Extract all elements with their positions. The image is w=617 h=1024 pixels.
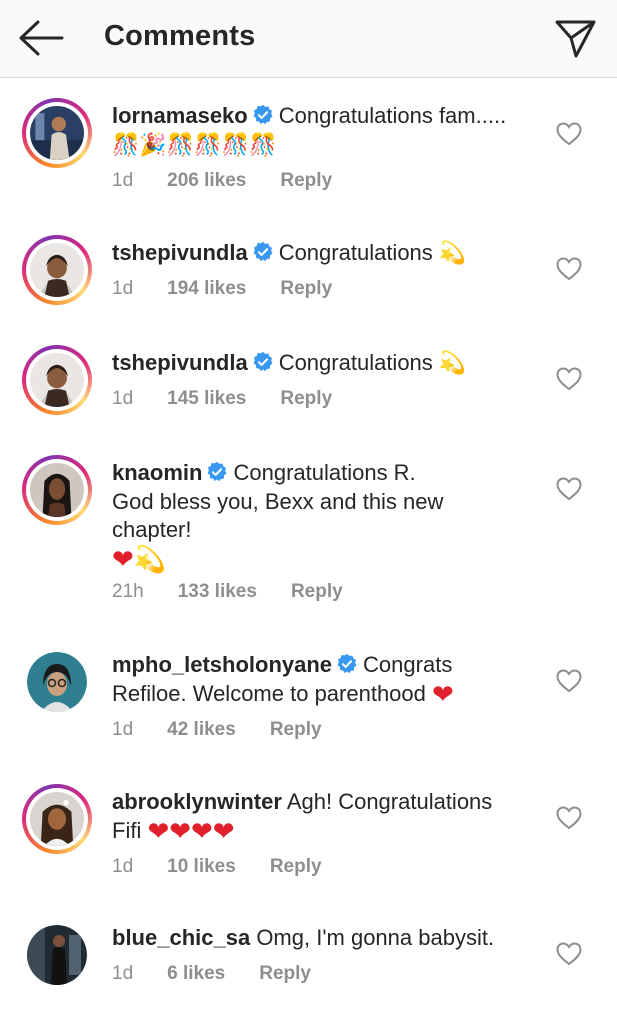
avatar[interactable] — [22, 455, 92, 525]
avatar[interactable] — [22, 98, 92, 168]
comment-text: chapter! — [112, 517, 192, 542]
reply-button[interactable]: Reply — [291, 581, 343, 603]
comment-time: 1d — [112, 170, 134, 191]
comment-text: Refiloe. Welcome to parenthood — [112, 680, 426, 706]
verified-badge-icon — [253, 241, 273, 262]
comment-likes[interactable]: 10 likes — [167, 856, 236, 878]
comment-text: Congratulations 💫 — [278, 350, 467, 375]
comment-meta: 1d 6 likes Reply — [112, 963, 311, 985]
comment-text: Fifi — [112, 817, 142, 843]
verified-badge-icon — [337, 653, 357, 674]
comment-body: blue_chic_sa Omg, I'm gonna babysit. — [112, 924, 532, 953]
comment-likes[interactable]: 42 likes — [167, 719, 236, 741]
comment-meta: 1d 145 likes Reply — [112, 388, 332, 410]
avatar[interactable] — [22, 647, 92, 717]
verified-badge-icon — [208, 461, 227, 482]
comment-emojis: ❤❤❤❤ — [147, 815, 235, 846]
comment-time: 1d — [112, 719, 134, 740]
comment-body: tshepivundla Congratulations 💫 — [112, 349, 532, 378]
comment-body: mpho_letsholonyane Congrats Refiloe. Welc… — [112, 651, 532, 708]
avatar[interactable] — [22, 920, 92, 990]
heart-outline-icon[interactable] — [556, 257, 582, 281]
comment-likes[interactable]: 194 likes — [167, 278, 246, 300]
comment-time: 1d — [112, 856, 134, 877]
share-button[interactable] — [552, 15, 598, 61]
comment-likes[interactable]: 145 likes — [167, 388, 246, 410]
comment-username[interactable]: knaomin — [112, 460, 202, 485]
avatar[interactable] — [22, 345, 92, 415]
paper-plane-icon — [555, 20, 596, 58]
back-button[interactable] — [18, 19, 64, 57]
heart-outline-icon[interactable] — [556, 477, 582, 501]
comment-body: tshepivundla Congratulations 💫 — [112, 239, 532, 268]
avatar[interactable] — [22, 784, 92, 854]
heart-outline-icon[interactable] — [556, 122, 582, 146]
comment-text: God bless you, Bexx and this new — [112, 488, 444, 514]
top-bar: Comments — [0, 0, 617, 78]
comment-time: 1d — [112, 278, 134, 299]
comment-username[interactable]: lornamaseko — [112, 103, 248, 128]
comment-text: Omg, I'm gonna babysit. — [256, 925, 495, 950]
comment-meta: 21h 133 likes Reply — [112, 581, 343, 603]
verified-badge-icon — [253, 351, 273, 372]
reply-button[interactable]: Reply — [280, 278, 332, 300]
comment-meta: 1d 194 likes Reply — [112, 278, 332, 300]
comment-username[interactable]: mpho_letsholonyane — [112, 652, 332, 677]
reply-button[interactable]: Reply — [280, 388, 332, 410]
verified-badge-icon — [253, 104, 273, 125]
heart-outline-icon[interactable] — [556, 669, 582, 693]
heart-outline-icon[interactable] — [556, 367, 582, 391]
comment-likes[interactable]: 6 likes — [167, 963, 225, 985]
reply-button[interactable]: Reply — [280, 170, 332, 192]
heart-outline-icon[interactable] — [556, 806, 582, 830]
comment-emojis: ❤ — [432, 678, 454, 709]
comment-likes[interactable]: 133 likes — [178, 581, 257, 603]
comment-time: 1d — [112, 388, 134, 409]
comment-emojis: ❤💫 — [112, 543, 167, 574]
comment-time: 1d — [112, 963, 134, 984]
comment-time: 21h — [112, 581, 144, 602]
comment-meta: 1d 10 likes Reply — [112, 856, 322, 878]
comment-likes[interactable]: 206 likes — [167, 170, 246, 192]
comment-username[interactable]: tshepivundla — [112, 350, 248, 375]
reply-button[interactable]: Reply — [259, 963, 311, 985]
comment-meta: 1d 206 likes Reply — [112, 170, 332, 192]
comment-text: Agh! Congratulations — [286, 789, 493, 814]
avatar[interactable] — [22, 235, 92, 305]
comment-username[interactable]: blue_chic_sa — [112, 925, 250, 950]
comment-username[interactable]: abrooklynwinter — [112, 789, 282, 814]
comment-text: Congratulations 💫 — [278, 240, 467, 265]
reply-button[interactable]: Reply — [270, 856, 322, 878]
comment-text: Congrats — [363, 652, 453, 677]
heart-outline-icon[interactable] — [556, 942, 582, 966]
comment-text: Congratulations R. — [233, 460, 416, 485]
arrow-left-icon — [19, 20, 64, 56]
comment-meta: 1d 42 likes Reply — [112, 719, 322, 741]
comment-body: lornamaseko Congratulations fam..... 🎊🎉🎊🎊… — [112, 102, 532, 159]
page-title: Comments — [104, 20, 256, 52]
comment-body: knaomin Congratulations R. God bless you,… — [112, 459, 532, 573]
reply-button[interactable]: Reply — [270, 719, 322, 741]
comment-username[interactable]: tshepivundla — [112, 240, 248, 265]
comment-body: abrooklynwinter Agh! Congratulations Fif… — [112, 788, 532, 845]
